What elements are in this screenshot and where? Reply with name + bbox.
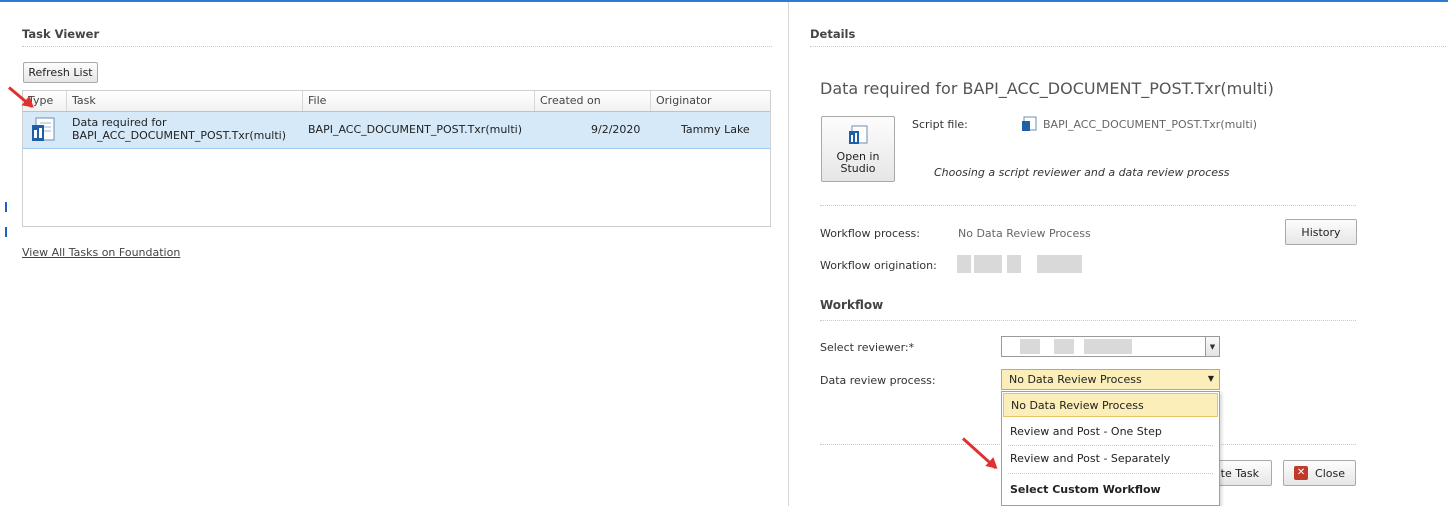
data-review-process-value: No Data Review Process xyxy=(1009,373,1142,386)
task-description: Choosing a script reviewer and a data re… xyxy=(934,166,1230,179)
history-button[interactable]: History xyxy=(1285,219,1357,245)
chevron-down-icon: ▼ xyxy=(1207,374,1214,383)
reviewer-value-redacted-2 xyxy=(1054,339,1074,354)
details-separator-1 xyxy=(820,205,1356,206)
task-name-line2: BAPI_ACC_DOCUMENT_POST.Txr(multi) xyxy=(72,129,287,142)
script-file-value: BAPI_ACC_DOCUMENT_POST.Txr(multi) xyxy=(1043,118,1258,131)
task-name-line1: Data required for xyxy=(72,116,167,129)
dropdown-option-review-post-one-step[interactable]: Review and Post - One Step xyxy=(1003,420,1218,444)
task-name: Data required for BAPI_ACC_DOCUMENT_POST… xyxy=(72,116,286,142)
reviewer-value-redacted xyxy=(1020,339,1040,354)
data-review-process-combobox[interactable]: No Data Review Process ▼ xyxy=(1001,369,1220,390)
left-window-edge xyxy=(0,2,7,506)
close-button[interactable]: ✕ Close xyxy=(1283,460,1356,486)
task-file: BAPI_ACC_DOCUMENT_POST.Txr(multi) xyxy=(308,123,523,136)
close-label: Close xyxy=(1315,466,1345,480)
select-reviewer-label: Select reviewer:* xyxy=(820,341,915,354)
data-review-process-label: Data review process: xyxy=(820,374,936,387)
task-viewer-divider xyxy=(22,46,772,47)
details-divider xyxy=(810,46,1446,47)
workflow-section-title: Workflow xyxy=(820,298,884,312)
dropdown-option-select-custom-workflow[interactable]: Select Custom Workflow xyxy=(1003,478,1218,502)
workflow-origination-label: Workflow origination: xyxy=(820,259,937,272)
select-reviewer-combobox[interactable]: ▼ xyxy=(1001,336,1220,357)
dropdown-separator xyxy=(1008,473,1213,474)
details-heading: Data required for BAPI_ACC_DOCUMENT_POST… xyxy=(820,79,1274,98)
workflow-process-label: Workflow process: xyxy=(820,227,920,240)
workflow-process-value: No Data Review Process xyxy=(958,227,1091,240)
table-row[interactable]: Data required for BAPI_ACC_DOCUMENT_POST… xyxy=(23,111,770,149)
complete-task-label: ete Task xyxy=(1213,466,1259,480)
task-grid-header: Type Task File Created on Originator xyxy=(23,91,770,112)
chevron-down-icon[interactable]: ▼ xyxy=(1205,337,1219,356)
task-created-on: 9/2/2020 xyxy=(591,123,641,136)
task-type-icon xyxy=(31,117,55,146)
column-header-file[interactable]: File xyxy=(303,91,535,111)
script-file-icon xyxy=(1021,116,1037,135)
dropdown-option-review-post-separately[interactable]: Review and Post - Separately xyxy=(1003,447,1218,471)
reviewer-value-redacted-3 xyxy=(1084,339,1132,354)
refresh-list-button[interactable]: Refresh List xyxy=(23,62,98,83)
open-in-studio-button[interactable]: Open in Studio xyxy=(821,116,895,182)
script-file-label: Script file: xyxy=(912,118,968,131)
task-originator: Tammy Lake xyxy=(681,123,750,136)
studio-icon xyxy=(848,125,868,148)
workflow-origination-value-redacted xyxy=(957,255,1082,273)
dropdown-option-no-data-review[interactable]: No Data Review Process xyxy=(1003,393,1218,417)
dropdown-separator xyxy=(1008,445,1213,446)
details-title: Details xyxy=(810,27,856,41)
workflow-divider xyxy=(820,320,1356,321)
close-icon: ✕ xyxy=(1294,466,1309,480)
panel-divider xyxy=(788,2,789,506)
open-in-label-line2: Studio xyxy=(840,162,876,175)
annotation-arrow-custom-workflow xyxy=(961,437,997,470)
view-all-tasks-link[interactable]: View All Tasks on Foundation xyxy=(22,246,180,259)
column-header-originator[interactable]: Originator xyxy=(651,91,770,111)
column-header-created-on[interactable]: Created on xyxy=(535,91,651,111)
task-grid: Type Task File Created on Originator Dat… xyxy=(22,90,771,227)
data-review-process-dropdown-list: No Data Review Process Review and Post -… xyxy=(1001,391,1220,506)
top-accent-line xyxy=(0,0,1448,2)
task-viewer-title: Task Viewer xyxy=(22,27,100,41)
column-header-task[interactable]: Task xyxy=(67,91,303,111)
